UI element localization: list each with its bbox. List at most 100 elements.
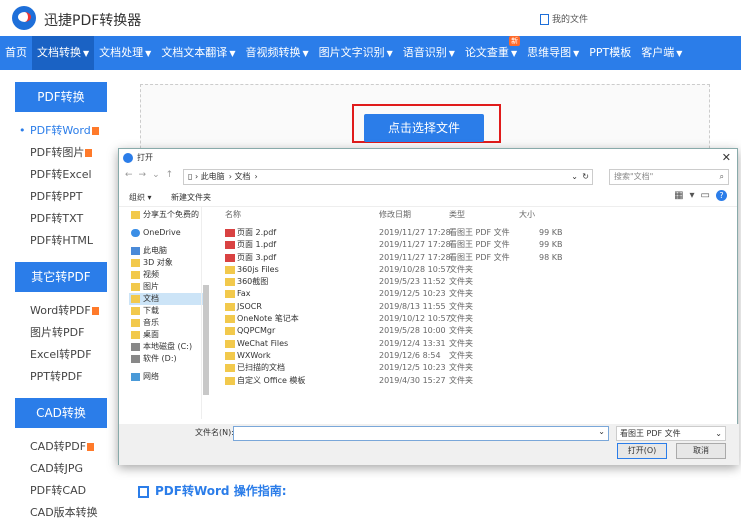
chevron-down-icon[interactable]: ⌄ bbox=[598, 427, 605, 436]
tree-item[interactable]: 分享五个免费的 bbox=[129, 209, 209, 221]
preview-pane-icon[interactable]: ▭ bbox=[701, 190, 716, 201]
sidebar-section-header[interactable]: 其它转PDF bbox=[15, 262, 107, 292]
tree-item[interactable]: 网络 bbox=[129, 371, 209, 383]
file-row[interactable]: WeChat Files 2019/12/4 13:31 文件夹 bbox=[219, 338, 729, 350]
file-row[interactable]: WXWork 2019/12/6 8:54 文件夹 bbox=[219, 350, 729, 362]
file-row[interactable]: 页面 2.pdf 2019/11/27 17:28 看图王 PDF 文件 99 KB bbox=[219, 227, 729, 239]
sidebar-item[interactable]: PDF转HTML bbox=[0, 230, 110, 252]
sidebar-item[interactable]: • PDF转Word bbox=[0, 120, 110, 142]
nav-item[interactable]: 文档转换 ▼ bbox=[32, 36, 95, 70]
scrollbar-thumb[interactable] bbox=[203, 285, 209, 395]
breadcrumb-pc[interactable]: 此电脑 bbox=[201, 172, 225, 181]
nav-arrows[interactable]: ←→⌄↑ bbox=[125, 170, 179, 180]
tree-item[interactable]: 3D 对象 bbox=[129, 257, 209, 269]
file-row[interactable]: 页面 1.pdf 2019/11/27 17:28 看图王 PDF 文件 99 KB bbox=[219, 239, 729, 251]
file-row[interactable]: JSOCR 2019/8/13 11:55 文件夹 bbox=[219, 301, 729, 313]
new-folder-button[interactable]: 新建文件夹 bbox=[171, 192, 211, 203]
file-row[interactable]: Fax 2019/12/5 10:23 文件夹 bbox=[219, 288, 729, 300]
tree-item[interactable]: 软件 (D:) bbox=[129, 353, 209, 365]
sidebar-item[interactable]: PDF转PPT bbox=[0, 186, 110, 208]
tree-item[interactable]: 视频 bbox=[129, 269, 209, 281]
tree-item[interactable]: 此电脑 bbox=[129, 245, 209, 257]
sidebar-item-label: CAD转JPG bbox=[30, 462, 84, 475]
sidebar-section-header[interactable]: CAD转换 bbox=[15, 398, 107, 428]
sidebar-item[interactable]: CAD版本转换 bbox=[0, 502, 110, 524]
drive-icon bbox=[131, 355, 140, 363]
column-date[interactable]: 修改日期 bbox=[379, 209, 411, 220]
dialog-titlebar[interactable]: 打开 ✕ bbox=[119, 149, 737, 167]
view-icon[interactable]: ▦▾ bbox=[674, 190, 700, 201]
dialog-buttons: 打开(O) 取消 bbox=[119, 442, 739, 465]
nav-item[interactable]: 论文查重 ▼ 新 bbox=[460, 36, 522, 70]
tree-item[interactable]: 图片 bbox=[129, 281, 209, 293]
logo-icon[interactable] bbox=[12, 6, 36, 30]
folder-icon bbox=[131, 259, 140, 267]
active-dot: • bbox=[19, 124, 26, 137]
nav-item[interactable]: 文档文本翻译 ▼ bbox=[156, 36, 240, 70]
file-type: 文件夹 bbox=[449, 301, 473, 311]
filetype-select[interactable]: 看图王 PDF 文件 ⌄ bbox=[616, 426, 726, 441]
tree-scrollbar[interactable] bbox=[201, 207, 209, 419]
breadcrumb-docs[interactable]: 文档 bbox=[234, 172, 250, 181]
nav-item[interactable]: 图片文字识别 ▼ bbox=[314, 36, 398, 70]
tree-item[interactable]: 桌面 bbox=[129, 329, 209, 341]
file-date: 2019/8/13 11:55 bbox=[379, 301, 446, 311]
file-row[interactable]: OneNote 笔记本 2019/10/12 10:57 文件夹 bbox=[219, 313, 729, 325]
sidebar-item[interactable]: CAD转JPG bbox=[0, 458, 110, 480]
file-row[interactable]: 360js Files 2019/10/28 10:57 文件夹 bbox=[219, 264, 729, 276]
file-row[interactable]: 360截图 2019/5/23 11:52 文件夹 bbox=[219, 276, 729, 288]
nav-item[interactable]: 思维导图 ▼ bbox=[522, 36, 584, 70]
sidebar-item[interactable]: Word转PDF bbox=[0, 300, 110, 322]
sidebar-item-label: PDF转PPT bbox=[30, 190, 83, 203]
brand-name[interactable]: 迅捷PDF转换器 bbox=[44, 10, 141, 30]
file-name-text: 已扫描的文档 bbox=[237, 363, 285, 373]
file-row[interactable]: 已扫描的文档 2019/12/5 10:23 文件夹 bbox=[219, 362, 729, 374]
tree-item[interactable]: OneDrive bbox=[129, 227, 209, 239]
column-type[interactable]: 类型 bbox=[449, 209, 465, 220]
file-name-text: QQPCMgr bbox=[237, 326, 276, 336]
tree-item[interactable]: 音乐 bbox=[129, 317, 209, 329]
tree-item[interactable]: 下载 bbox=[129, 305, 209, 317]
chevron-down-icon[interactable]: ⌄ bbox=[571, 170, 578, 184]
tree-item[interactable]: 本地磁盘 (C:) bbox=[129, 341, 209, 353]
file-name: 页面 2.pdf bbox=[225, 227, 276, 239]
file-row[interactable]: 自定义 Office 模板 2019/4/30 15:27 文件夹 bbox=[219, 375, 729, 387]
close-icon[interactable]: ✕ bbox=[722, 149, 731, 167]
folder-icon bbox=[225, 265, 235, 274]
chevron-down-icon: ⌄ bbox=[715, 429, 722, 438]
select-file-button[interactable]: 点击选择文件 bbox=[364, 114, 484, 142]
nav-item[interactable]: 音视频转换 ▼ bbox=[240, 36, 313, 70]
nav-item[interactable]: 文档处理 ▼ bbox=[94, 36, 156, 70]
sidebar-section-header[interactable]: PDF转换 bbox=[15, 82, 107, 112]
address-bar[interactable]: ▯ › 此电脑 › 文档 › ⌄ ↻ bbox=[183, 169, 593, 185]
organize-menu[interactable]: 组织 ▾ bbox=[129, 192, 152, 203]
file-name: 页面 3.pdf bbox=[225, 252, 276, 264]
nav-item[interactable]: 语音识别 ▼ bbox=[398, 36, 460, 70]
sidebar-item[interactable]: PDF转图片 bbox=[0, 142, 110, 164]
file-row[interactable]: 页面 3.pdf 2019/11/27 17:28 看图王 PDF 文件 98 KB bbox=[219, 252, 729, 264]
nav-item[interactable]: PPT模板 bbox=[584, 36, 636, 70]
sidebar-item[interactable]: 图片转PDF bbox=[0, 322, 110, 344]
search-input[interactable]: 搜索"文档" ⌕ bbox=[609, 169, 729, 185]
sidebar-item[interactable]: CAD转PDF bbox=[0, 436, 110, 458]
column-name[interactable]: 名称 bbox=[225, 209, 241, 220]
sidebar-item[interactable]: PDF转Excel bbox=[0, 164, 110, 186]
help-icon[interactable]: ? bbox=[716, 190, 727, 201]
sidebar-item[interactable]: PPT转PDF bbox=[0, 366, 110, 388]
refresh-icon[interactable]: ↻ bbox=[582, 170, 589, 184]
open-button[interactable]: 打开(O) bbox=[617, 443, 667, 459]
file-name: OneNote 笔记本 bbox=[225, 313, 299, 325]
sidebar-item[interactable]: Excel转PDF bbox=[0, 344, 110, 366]
sidebar-item[interactable]: PDF转CAD bbox=[0, 480, 110, 502]
nav-item[interactable]: 客户端 ▼ bbox=[636, 36, 687, 70]
filename-input[interactable]: ⌄ bbox=[233, 426, 609, 441]
cancel-button[interactable]: 取消 bbox=[676, 443, 726, 459]
nav-item[interactable]: 首页 bbox=[0, 36, 32, 70]
column-size[interactable]: 大小 bbox=[519, 209, 535, 220]
filetype-value: 看图王 PDF 文件 bbox=[620, 429, 681, 438]
tree-item[interactable]: 文档 bbox=[129, 293, 209, 305]
my-files-link[interactable]: 我的文件 bbox=[540, 12, 588, 25]
file-row[interactable]: QQPCMgr 2019/5/28 10:00 文件夹 bbox=[219, 325, 729, 337]
sidebar-item-label: PDF转HTML bbox=[30, 234, 94, 247]
sidebar-item[interactable]: PDF转TXT bbox=[0, 208, 110, 230]
